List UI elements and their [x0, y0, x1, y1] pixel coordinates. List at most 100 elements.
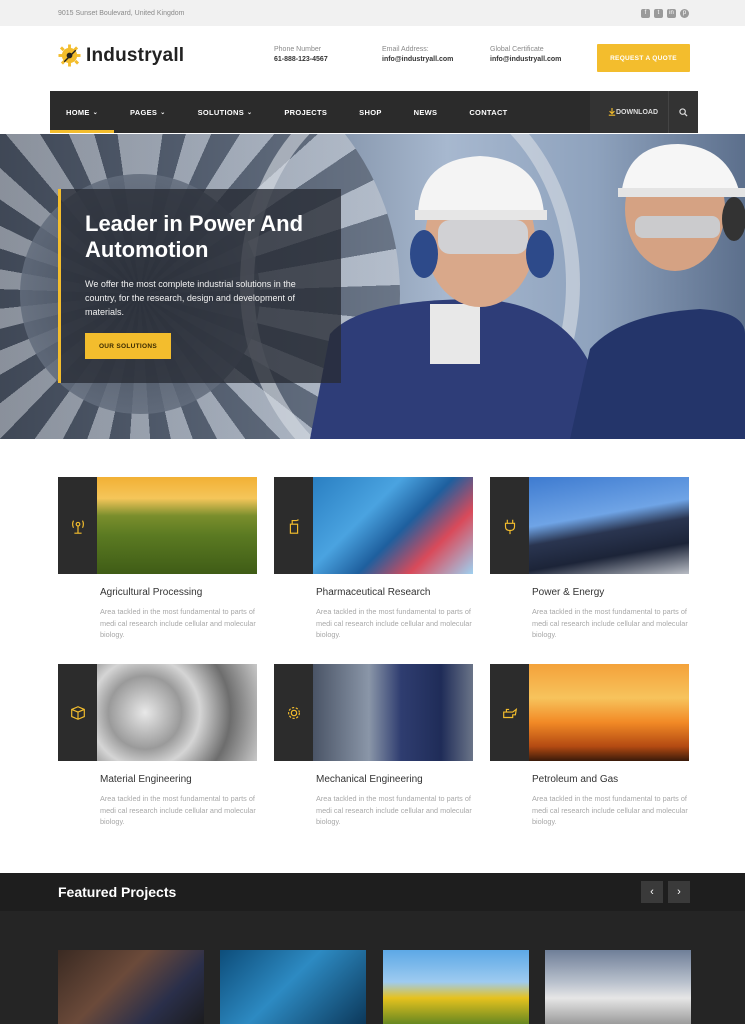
nav-label: PAGES	[130, 107, 158, 117]
service-icon-bar	[274, 664, 313, 761]
email-label: Email Address:	[382, 46, 429, 53]
certificate-label: Global Certificate	[490, 46, 544, 53]
phone-value: 61-888-123-4567	[274, 56, 328, 63]
nav-label: PROJECTS	[284, 107, 328, 117]
nav-item-contact[interactable]: CONTACT	[453, 91, 523, 133]
download-button[interactable]: DOWNLOAD	[590, 91, 668, 133]
nav-item-shop[interactable]: SHOP	[343, 91, 397, 133]
antenna-icon	[71, 519, 84, 534]
our-solutions-button[interactable]: OUR SOLUTIONS	[85, 333, 171, 359]
steel-coils-image	[97, 664, 257, 761]
plug-icon	[504, 519, 515, 534]
service-image-wrap	[58, 477, 257, 574]
oil-can-icon	[502, 707, 517, 718]
chevron-down-icon: ⌄	[92, 109, 99, 116]
service-icon-bar	[490, 477, 529, 574]
featured-header: Featured Projects ‹ ›	[0, 873, 745, 911]
phone-label: Phone Number	[274, 46, 322, 53]
social-links: f t in p	[641, 8, 689, 18]
email-value[interactable]: info@industryall.com	[382, 56, 453, 63]
service-card[interactable]: Agricultural Processing Area tackled in …	[58, 477, 257, 664]
nav-label: CONTACT	[469, 107, 508, 117]
service-card[interactable]: Material Engineering Area tackled in the…	[58, 664, 257, 851]
gear-icon	[287, 706, 300, 719]
certificate-info: Global Certificate info@industryall.com	[490, 46, 561, 63]
project-thumbnail[interactable]	[220, 950, 366, 1024]
service-icon-bar	[58, 477, 97, 574]
service-card[interactable]: Pharmaceutical Research Area tackled in …	[274, 477, 473, 664]
chevron-down-icon: ⌄	[247, 109, 253, 116]
pinterest-icon[interactable]: p	[680, 8, 689, 18]
nav-label: NEWS	[413, 107, 438, 117]
prev-arrow-icon[interactable]: ‹	[641, 881, 663, 903]
nav-label: SHOP	[359, 107, 382, 117]
service-description: Area tackled in the most fundamental to …	[316, 607, 472, 639]
email-info: Email Address: info@industryall.com	[382, 46, 453, 63]
service-image-wrap	[58, 664, 257, 761]
carousel-controls: ‹ ›	[641, 881, 690, 903]
service-image-wrap	[490, 664, 689, 761]
services-grid: Agricultural Processing Area tackled in …	[58, 477, 690, 851]
service-description: Area tackled in the most fundamental to …	[316, 794, 472, 826]
service-description: Area tackled in the most fundamental to …	[100, 607, 256, 639]
download-label: DOWNLOAD	[616, 108, 658, 116]
service-title[interactable]: Pharmaceutical Research	[316, 587, 473, 598]
nav-label: HOME	[66, 107, 90, 117]
nav-item-pages[interactable]: PAGES ⌄	[114, 91, 182, 133]
service-image-wrap	[274, 477, 473, 574]
service-icon-bar	[58, 664, 97, 761]
service-image-wrap	[490, 477, 689, 574]
service-description: Area tackled in the most fundamental to …	[100, 794, 256, 826]
pharmaceutical-image	[313, 477, 473, 574]
service-title[interactable]: Material Engineering	[100, 774, 257, 785]
certificate-value: info@industryall.com	[490, 56, 562, 63]
project-thumbnail[interactable]	[383, 950, 529, 1024]
address-text: 9015 Sunset Boulevard, United Kingdom	[58, 9, 185, 17]
oil-pump-image	[529, 664, 689, 761]
nav-item-projects[interactable]: PROJECTS	[268, 91, 343, 133]
project-thumbnail[interactable]	[58, 950, 204, 1024]
top-bar: 9015 Sunset Boulevard, United Kingdom f …	[0, 0, 745, 26]
service-icon-bar	[490, 664, 529, 761]
spray-bottle-icon	[289, 518, 299, 534]
gear-logo-icon	[58, 44, 81, 67]
mechanical-workers-image	[313, 664, 473, 761]
logo-text: Industryall	[86, 44, 185, 66]
hero-text: We offer the most complete industrial so…	[85, 279, 296, 317]
service-card[interactable]: Power & Energy Area tackled in the most …	[490, 477, 689, 664]
facebook-icon[interactable]: f	[641, 8, 650, 18]
hero-content-box: Leader in Power And Automotion We offer …	[58, 189, 341, 383]
request-quote-button[interactable]: REQUEST A QUOTE	[597, 44, 690, 72]
service-icon-bar	[274, 477, 313, 574]
service-card[interactable]: Mechanical Engineering Area tackled in t…	[274, 664, 473, 851]
hero-title: Leader in Power And Automotion	[85, 211, 304, 262]
twitter-icon[interactable]: t	[654, 8, 663, 18]
agriculture-image	[97, 477, 257, 574]
next-arrow-icon[interactable]: ›	[668, 881, 690, 903]
logo[interactable]: Industryall	[58, 44, 184, 67]
project-thumbnail[interactable]	[545, 950, 691, 1024]
service-description: Area tackled in the most fundamental to …	[532, 794, 688, 826]
nav-item-home[interactable]: HOME ⌄	[50, 91, 115, 133]
featured-title: Featured Projects	[58, 884, 177, 900]
nav-item-solutions[interactable]: SOLUTIONS ⌄	[182, 91, 269, 133]
service-card[interactable]: Petroleum and Gas Area tackled in the mo…	[490, 664, 689, 851]
search-button[interactable]	[668, 91, 698, 133]
service-title[interactable]: Power & Energy	[532, 587, 689, 598]
featured-projects-section: Featured Projects ‹ ›	[0, 873, 745, 1024]
service-title[interactable]: Agricultural Processing	[100, 587, 257, 598]
workers-image	[310, 144, 745, 439]
hero-banner: Leader in Power And Automotion We offer …	[0, 134, 745, 439]
service-description: Area tackled in the most fundamental to …	[532, 607, 688, 639]
main-nav: HOME ⌄ PAGES ⌄ SOLUTIONS ⌄ PROJECTS SHOP NE…	[50, 91, 698, 133]
chevron-down-icon: ⌄	[160, 109, 166, 116]
nav-label: SOLUTIONS	[197, 107, 245, 117]
service-title[interactable]: Petroleum and Gas	[532, 774, 689, 785]
box-icon	[70, 705, 85, 720]
linkedin-icon[interactable]: in	[667, 8, 676, 18]
solar-panel-image	[529, 477, 689, 574]
service-title[interactable]: Mechanical Engineering	[316, 774, 473, 785]
download-icon	[608, 108, 616, 116]
nav-item-news[interactable]: NEWS	[398, 91, 454, 133]
phone-info: Phone Number 61-888-123-4567	[274, 46, 328, 63]
